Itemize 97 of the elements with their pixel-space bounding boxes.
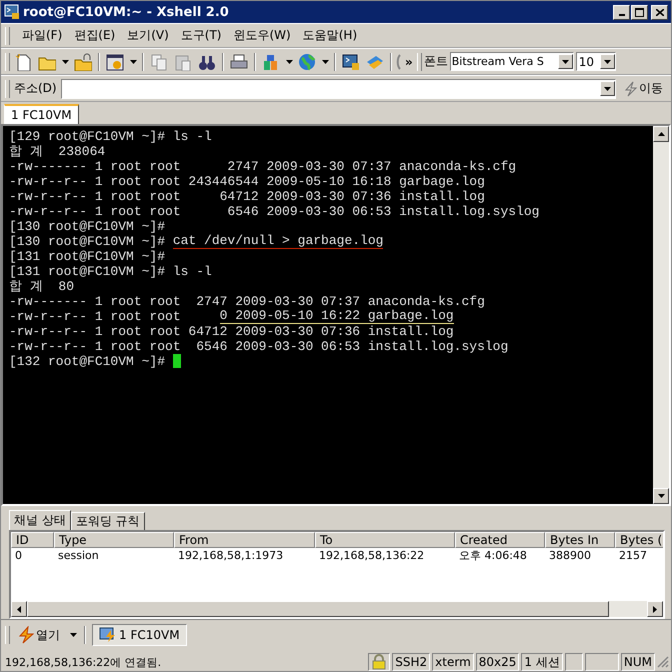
lightning-icon (18, 626, 34, 644)
minimize-icon (618, 14, 624, 16)
terminal-text: [131 root@FC10VM ~]# (9, 249, 166, 264)
terminal-text: -rw-r--r-- 1 root root 6546 2009-03-30 06:53 install.log.syslog (9, 339, 508, 354)
combo-value: 10 (578, 54, 596, 68)
menu-item[interactable]: 보기(V) (127, 27, 169, 44)
scroll-up-button[interactable] (653, 126, 669, 142)
terminal-text: 합 계 238064 (9, 144, 106, 159)
column-header[interactable]: ID (11, 532, 54, 548)
column-header[interactable]: Bytes In (545, 532, 615, 548)
new-file-icon (14, 52, 32, 70)
font-dropdown[interactable]: Bitstream Vera S (450, 52, 574, 71)
text-cursor (172, 354, 181, 368)
maximize-icon (635, 8, 644, 16)
address-field[interactable] (60, 78, 616, 98)
column-header[interactable]: To (315, 532, 455, 548)
column-header[interactable]: Created (455, 532, 545, 548)
globe-icon (298, 52, 316, 70)
table-cell-text: 388900 (548, 548, 592, 564)
terminal-text: [129 root@FC10VM ~]# ls -l (9, 129, 212, 144)
more-button[interactable]: » (403, 54, 415, 68)
folder-lock-button[interactable] (72, 50, 94, 72)
terminal-lock-icon (4, 4, 20, 20)
caret-icon (62, 60, 68, 64)
terminal-text: -rw-r--r-- 1 root root 64712 2009-03-30 07:36 install.log (9, 189, 485, 204)
terminal-text: -rw------- 1 root root 2747 2009-03-30 07:37 anaconda-ks.cfg (9, 159, 516, 174)
table-cell-text: session (57, 548, 100, 564)
table-cell-text: 오후 4:06:48 (458, 548, 528, 564)
terminal-text: [132 root@FC10VM ~]# (9, 354, 166, 369)
caret-icon (70, 633, 76, 637)
terminal-lock-icon (342, 52, 360, 70)
paste-icon (174, 52, 192, 70)
caret-icon (130, 60, 136, 64)
close-icon (656, 8, 664, 16)
terminal-text: -rw-r--r-- 1 root root 243446544 2009-05-10 16:18 garbage.log (9, 174, 485, 189)
go-button[interactable]: 이동 (620, 80, 667, 97)
terminal-text: -rw-r--r-- 1 root root 64712 2009-03-30 07:36 install.log (9, 324, 454, 339)
caret-icon (604, 86, 611, 90)
caret-icon (604, 60, 611, 64)
font-label: 폰트 (424, 53, 448, 70)
status-message: 192,168,58,136:22에 연결됨. (5, 654, 162, 670)
combo-value: Bitstream Vera S (450, 55, 545, 68)
table-cell-text: 2157 (618, 548, 648, 564)
padlock-icon (372, 654, 386, 670)
terminal-text: [130 root@FC10VM ~]# (9, 234, 166, 249)
window-title: root@FC10VM:~ - Xshell 2.0 (23, 4, 230, 20)
terminal-text: -rw------- 1 root root 2747 2009-03-30 07:37 anaconda-ks.cfg (9, 294, 485, 309)
caret-icon (562, 60, 569, 64)
menu-item[interactable]: 파일(F) (22, 27, 62, 44)
scroll-left-button[interactable] (11, 601, 27, 617)
down-arrow-icon (658, 494, 664, 498)
caret-icon (286, 60, 292, 64)
lightning-icon (624, 80, 638, 96)
table-cell-text: 192,168,58,136:22 (318, 548, 426, 564)
session-tab[interactable]: 1 FC10VM (4, 104, 79, 124)
underlined-terminal-text: 0 2009-05-10 16:22 garbage.log (220, 309, 454, 324)
scroll-down-button[interactable] (653, 488, 669, 504)
menu-item[interactable]: 편집(E) (74, 27, 116, 44)
column-header[interactable]: From (174, 532, 315, 548)
session-button[interactable]: 1 FC10VM (92, 624, 187, 646)
status-field: SSH2 (392, 653, 430, 671)
resize-grip-icon (657, 656, 669, 668)
partial-icon (396, 54, 401, 70)
caret-icon (322, 60, 328, 64)
font-size-dropdown[interactable]: 10 (576, 52, 616, 71)
status-field: 80x25 (476, 653, 520, 671)
right-arrow-icon (653, 606, 657, 612)
menu-item[interactable]: 도구(T) (180, 27, 222, 44)
copy-icon (150, 52, 168, 70)
column-header[interactable]: Bytes ( (615, 532, 663, 548)
vertical-scrollbar[interactable] (653, 126, 669, 504)
printer-icon (230, 52, 248, 70)
terminal-text: 합 계 80 (9, 279, 74, 294)
num-lock-indicator: NUM (620, 653, 655, 671)
terminal-text: -rw-r--r-- 1 root root (9, 309, 182, 324)
minimize-button[interactable] (613, 4, 630, 20)
close-button[interactable] (651, 4, 668, 20)
underlined-terminal-text: cat /dev/null > garbage.log (172, 234, 384, 249)
folder-lock-icon (74, 52, 92, 70)
status-field: xterm (432, 653, 474, 671)
table-cell-text: 0 (14, 548, 23, 564)
left-arrow-icon (17, 606, 21, 612)
status-field: 1 세션 (521, 653, 563, 671)
address-label: 주소(D) (14, 80, 57, 97)
column-header[interactable]: Type (54, 532, 174, 548)
terminal-lightning-icon (99, 627, 117, 643)
menu-item[interactable]: 윈도우(W) (234, 27, 291, 44)
scroll-right-button[interactable] (647, 601, 663, 617)
terminal-text: [131 root@FC10VM ~]# ls -l (9, 264, 212, 279)
terminal-text: [130 root@FC10VM ~]# (9, 219, 166, 234)
maximize-button[interactable] (631, 4, 648, 20)
table-cell-text: 192,168,58,1:1973 (177, 548, 284, 564)
terminal-text: -rw-r--r-- 1 root root 6546 2009-03-30 06:53 install.log.syslog (9, 204, 540, 219)
menu-item[interactable]: 도움말(H) (302, 27, 358, 44)
up-arrow-icon (658, 132, 664, 136)
open-button[interactable]: 열기 (14, 626, 64, 644)
color-blocks-icon (262, 52, 280, 70)
